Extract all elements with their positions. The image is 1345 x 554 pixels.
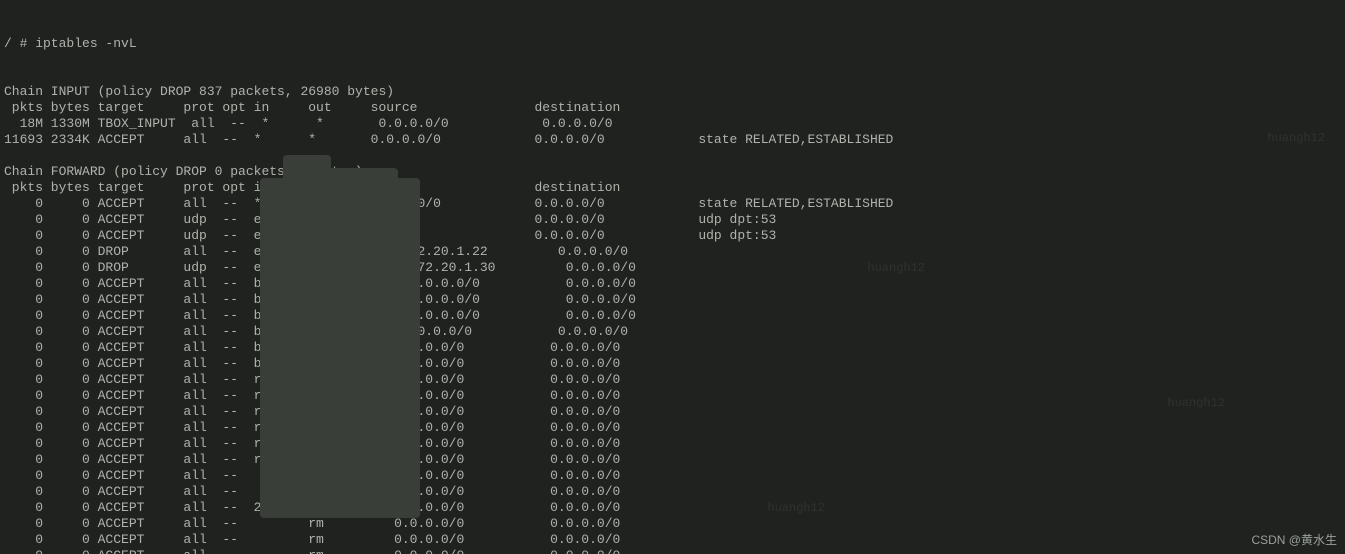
blank-line	[4, 148, 1345, 164]
rule-row: 0 0 ACCEPT all -- rr s0 rm 0.0.0.0/0 0.0…	[4, 372, 1345, 388]
rule-row: 0 0 ACCEPT all -- 2 rm 0.0.0.0/0 0.0.0.0…	[4, 500, 1345, 516]
redaction-smudge	[260, 178, 420, 518]
rule-row: 0 0 ACCEPT all -- bri 0 rm et ta1 0.0.0.…	[4, 292, 1345, 308]
rule-row: 11693 2334K ACCEPT all -- * * 0.0.0.0/0 …	[4, 132, 1345, 148]
rule-row: 0 0 ACCEPT all -- rm t 0.0.0.0/0 0.0.0.0…	[4, 484, 1345, 500]
rule-row: 0 0 ACCEPT all -- rm 0.0.0.0/0 0.0.0.0/0	[4, 548, 1345, 554]
rule-row: 0 0 ACCEPT all -- r is0 rmne 0.0.0.0/0 0…	[4, 420, 1345, 436]
redaction-smudge	[323, 168, 398, 214]
columns-header: pkts bytes target prot opt in out source…	[4, 100, 1345, 116]
rule-row: 0 0 ACCEPT udp -- eth0 * 0.0.0.0/0 udp d…	[4, 212, 1345, 228]
rule-row: 0 0 ACCEPT all -- br e0 r 4 0.0.0.0/0 0.…	[4, 340, 1345, 356]
columns-header: pkts bytes target prot opt in out source…	[4, 180, 1345, 196]
rule-row: 0 0 ACCEPT all -- rm 0.0.0.0/0 0.0.0.0/0	[4, 532, 1345, 548]
rule-row: 0 0 ACCEPT all -- rm s0 rm. 0.0.0.0/0 0.…	[4, 388, 1345, 404]
rule-row: 0 0 ACCEPT all -- r is0 rmn 0.0.0.0/0 0.…	[4, 452, 1345, 468]
chain-header: Chain INPUT (policy DROP 837 packets, 26…	[4, 84, 1345, 100]
csdn-watermark: CSDN @黄水生	[1251, 532, 1337, 548]
rule-row: 0 0 DROP udp -- eth0 rm t ta0 172.20.1.3…	[4, 260, 1345, 276]
rule-row: 18M 1330M TBOX_INPUT all -- * * 0.0.0.0/…	[4, 116, 1345, 132]
rule-row: 0 0 ACCEPT all -- r s0 rmn 0.0.0.0/0 0.0…	[4, 404, 1345, 420]
terminal-output: / # iptables -nvL Chain INPUT (policy DR…	[0, 0, 1345, 554]
prompt-line: / # iptables -nvL	[4, 36, 1345, 52]
rule-row: 0 0 ACCEPT all -- br e0 r a3 0.0.0.0/0 0…	[4, 324, 1345, 340]
rule-row: 0 0 DROP all -- eth0 rm t a0 1/2.20.1.22…	[4, 244, 1345, 260]
rule-row: 0 0 ACCEPT all -- rm 0.0.0.0/0 0.0.0.0/0	[4, 468, 1345, 484]
rule-row: 0 0 ACCEPT udp -- eth0 * 1 0.0.0.0/0 udp…	[4, 228, 1345, 244]
rule-row: 0 0 ACCEPT all -- r is0 rmne 0.0.0.0/0 0…	[4, 436, 1345, 452]
rule-row: 0 0 ACCEPT all -- * * 0.0.0.0/0 0.0.0.0/…	[4, 196, 1345, 212]
rule-row: 0 0 ACCEPT all -- rm 0.0.0.0/0 0.0.0.0/0	[4, 516, 1345, 532]
rule-row: 0 0 ACCEPT all -- br ge0 r d 5 0.0.0.0/0…	[4, 356, 1345, 372]
rule-row: 0 0 ACCEPT all -- brid e0 r ta0 0.0.0.0/…	[4, 276, 1345, 292]
chain-header: Chain FORWARD (policy DROP 0 packets, 0 …	[4, 164, 1345, 180]
rule-row: 0 0 ACCEPT all -- bri e0 r ta2 0.0.0.0/0…	[4, 308, 1345, 324]
chain-blocks: Chain INPUT (policy DROP 837 packets, 26…	[4, 84, 1345, 554]
